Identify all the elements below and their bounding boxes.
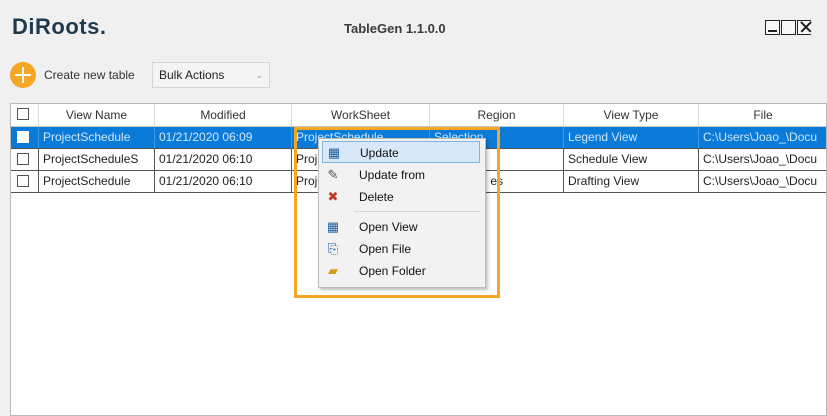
cell-view-name: ProjectSchedule (39, 127, 155, 148)
menu-item-update-from[interactable]: ✎ Update from (322, 164, 480, 186)
row-checkbox[interactable] (17, 175, 29, 187)
table-header-row: View Name Modified WorkSheet Region View… (11, 104, 826, 127)
menu-item-update[interactable]: ▦ Update (322, 141, 480, 163)
cell-view-type: Drafting View (564, 171, 699, 192)
menu-item-open-folder[interactable]: ▰ Open Folder (322, 260, 480, 282)
close-button[interactable] (797, 20, 811, 35)
delete-table-icon: ✖ (327, 189, 339, 204)
chevron-down-icon: ⌄ (255, 70, 263, 80)
menu-item-label: Open File (359, 242, 412, 256)
select-all-cell[interactable] (11, 104, 39, 126)
menu-separator (354, 211, 480, 212)
menu-item-label: Open Folder (359, 264, 426, 278)
header-region[interactable]: Region (430, 104, 564, 126)
header-file[interactable]: File (699, 104, 826, 126)
bulk-actions-dropdown[interactable]: Bulk Actions ⌄ (152, 62, 270, 88)
menu-item-label: Update (360, 146, 399, 160)
menu-item-label: Delete (359, 190, 394, 204)
folder-icon: ▰ (328, 263, 338, 278)
add-table-icon[interactable] (10, 62, 36, 88)
header-modified[interactable]: Modified (155, 104, 292, 126)
cell-view-type: Schedule View (564, 149, 699, 170)
menu-item-open-file[interactable]: ⎘ Open File (322, 238, 480, 260)
cell-view-name: ProjectScheduleS (39, 149, 155, 170)
select-all-checkbox[interactable] (17, 108, 29, 120)
cell-file: C:\Users\Joao_\Docu (699, 149, 826, 170)
cell-file: C:\Users\Joao_\Docu (699, 127, 826, 148)
header-view-type[interactable]: View Type (564, 104, 699, 126)
row-checkbox[interactable] (17, 153, 29, 165)
bulk-actions-label: Bulk Actions (159, 68, 225, 82)
menu-item-label: Open View (359, 220, 418, 234)
header-worksheet[interactable]: WorkSheet (292, 104, 430, 126)
cell-modified: 01/21/2020 06:09 (155, 127, 292, 148)
row-checkbox[interactable] (17, 131, 29, 143)
window-title: TableGen 1.1.0.0 (344, 21, 446, 36)
open-view-icon: ▦ (326, 219, 340, 234)
maximize-button[interactable] (781, 20, 796, 35)
create-new-table-button[interactable]: Create new table (44, 68, 135, 82)
cell-modified: 01/21/2020 06:10 (155, 171, 292, 192)
header-view-name[interactable]: View Name (39, 104, 155, 126)
cell-view-type: Legend View (564, 127, 699, 148)
menu-item-delete[interactable]: ✖ Delete (322, 186, 480, 208)
menu-item-label: Update from (359, 168, 426, 182)
pencil-icon: ✎ (327, 167, 339, 182)
open-file-icon: ⎘ (327, 241, 339, 256)
app-logo: DiRoots. (12, 14, 107, 39)
cell-view-name: ProjectSchedule (39, 171, 155, 192)
context-menu: ▦ Update ✎ Update from ✖ Delete ▦ Open V… (318, 138, 486, 288)
menu-item-open-view[interactable]: ▦ Open View (322, 216, 480, 238)
update-icon: ▦ (327, 145, 341, 160)
cell-file: C:\Users\Joao_\Docu (699, 171, 826, 192)
minimize-button[interactable] (765, 20, 780, 35)
cell-modified: 01/21/2020 06:10 (155, 149, 292, 170)
